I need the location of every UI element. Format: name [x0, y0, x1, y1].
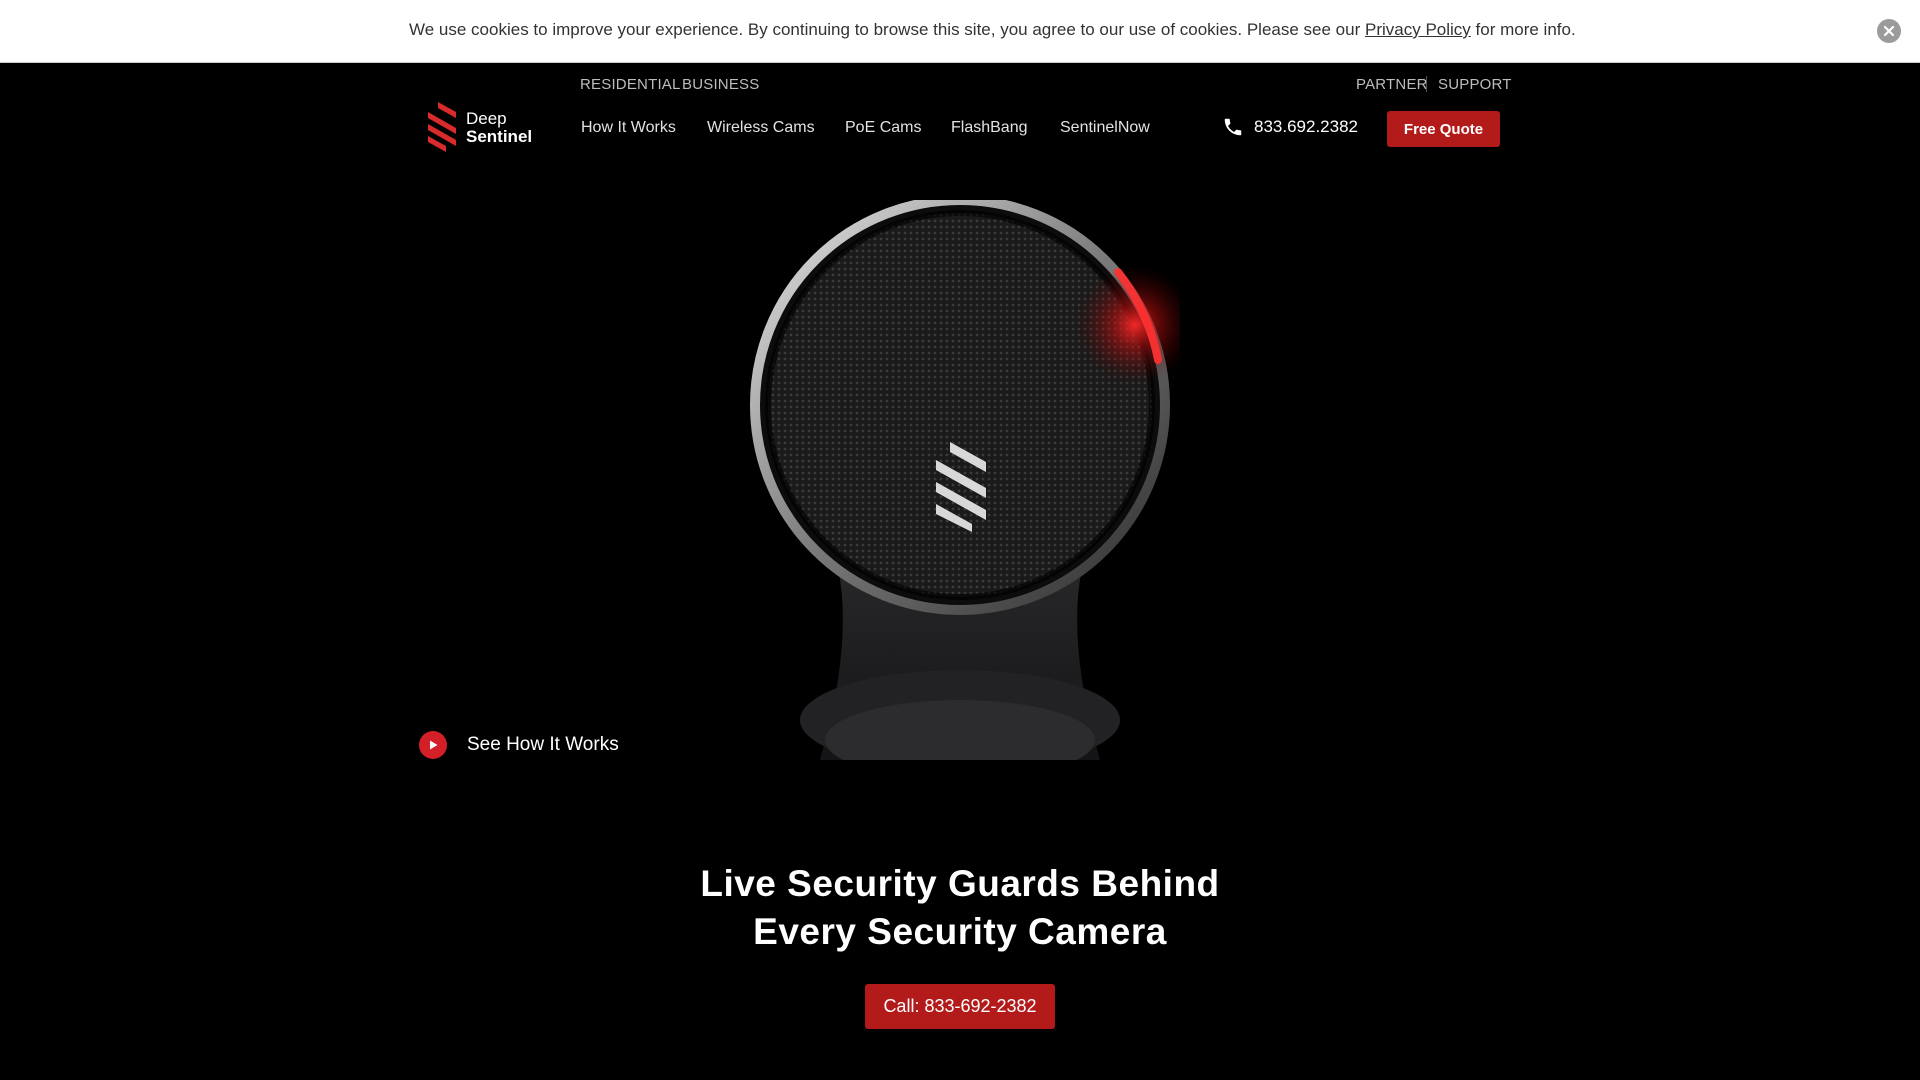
close-icon: [1883, 25, 1895, 37]
phone-icon: [1224, 118, 1242, 136]
nav-business[interactable]: BUSINESS: [682, 76, 759, 93]
deep-sentinel-logo-mark: [428, 102, 456, 152]
nav-poe-cams[interactable]: PoE Cams: [845, 119, 921, 137]
cookie-message: We use cookies to improve your experienc…: [409, 20, 1576, 40]
logo-line-sentinel: Sentinel: [466, 127, 533, 146]
logo-line-deep: Deep: [466, 109, 507, 128]
header-phone-link[interactable]: 833.692.2382: [1222, 116, 1358, 138]
logo[interactable]: Deep Sentinel: [422, 102, 538, 152]
cookie-text-after: for more info.: [1470, 20, 1576, 39]
nav-residential[interactable]: RESIDENTIAL: [580, 76, 681, 93]
logo-wordmark: Deep Sentinel: [466, 110, 532, 146]
phone-number: 833.692.2382: [1254, 117, 1358, 136]
free-quote-button[interactable]: Free Quote: [1387, 111, 1500, 147]
nav-sentinelnow[interactable]: SentinelNow: [1060, 119, 1150, 137]
hero-headline-line-1: Live Security Guards Behind: [700, 863, 1220, 904]
call-button[interactable]: Call: 833-692-2382: [865, 984, 1055, 1029]
cookie-banner: We use cookies to improve your experienc…: [0, 0, 1920, 63]
hero-headline-line-2: Every Security Camera: [753, 911, 1167, 952]
nav-how-it-works[interactable]: How It Works: [581, 119, 676, 137]
see-how-it-works-link[interactable]: See How It Works: [419, 731, 619, 759]
nav-partner[interactable]: PARTNER: [1356, 76, 1428, 93]
hero-headline: Live Security Guards Behind Every Securi…: [560, 860, 1360, 956]
nav-support[interactable]: SUPPORT: [1438, 76, 1512, 93]
nav-flashbang[interactable]: FlashBang: [951, 119, 1028, 137]
camera-product-image: [750, 200, 1180, 760]
cookie-close-button[interactable]: [1877, 19, 1901, 43]
privacy-policy-link[interactable]: Privacy Policy: [1365, 20, 1471, 39]
cookie-text-before: We use cookies to improve your experienc…: [409, 20, 1365, 39]
nav-wireless-cams[interactable]: Wireless Cams: [707, 119, 815, 137]
see-how-it-works-label: See How It Works: [467, 734, 619, 755]
top-nav-divider: [1426, 76, 1427, 92]
page: We use cookies to improve your experienc…: [0, 0, 1920, 1080]
play-icon: [419, 731, 447, 759]
